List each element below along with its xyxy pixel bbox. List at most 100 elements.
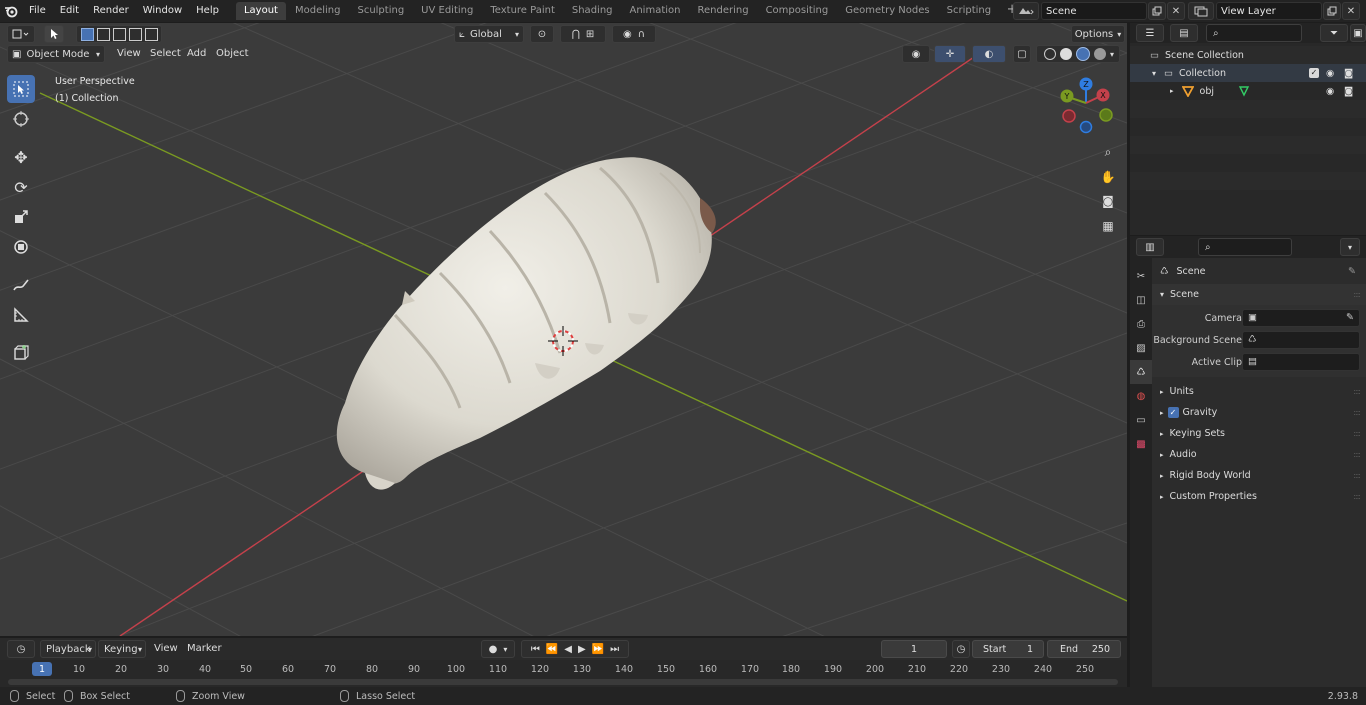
timeline-menu-marker[interactable]: Marker xyxy=(187,639,222,659)
mesh-data-icon[interactable] xyxy=(1238,85,1250,97)
select-new-icon[interactable] xyxy=(80,27,94,41)
panel-audio-header[interactable]: ▸ Audio :::: xyxy=(1152,444,1366,465)
timeline-scrollbar[interactable] xyxy=(8,679,1118,685)
viewport-menu-object[interactable]: Object xyxy=(216,44,249,64)
jump-to-keyframe-back-icon[interactable]: ⏪ xyxy=(546,644,558,655)
drag-handle-icon[interactable]: :::: xyxy=(1353,471,1361,480)
tab-scene[interactable]: ♺ xyxy=(1130,360,1152,384)
proportional-editing-toggle[interactable]: ◉ ∩ xyxy=(612,25,656,43)
auto-keying-toggle[interactable]: ● ▾ xyxy=(481,640,515,658)
visibility-dropdown[interactable]: ◉ xyxy=(902,45,930,63)
tab-scripting[interactable]: Scripting xyxy=(939,2,999,20)
blender-logo-icon[interactable] xyxy=(0,0,22,22)
tab-texture[interactable]: ▩ xyxy=(1130,432,1152,456)
solid-shading-icon[interactable] xyxy=(1059,48,1072,60)
select-extend-icon[interactable] xyxy=(96,27,110,41)
delete-view-layer-button[interactable]: ✕ xyxy=(1342,2,1360,20)
play-reverse-icon[interactable]: ◀ xyxy=(564,644,572,655)
tab-compositing[interactable]: Compositing xyxy=(758,2,837,20)
scene-name-field[interactable]: Scene xyxy=(1041,2,1147,20)
drag-handle-icon[interactable]: :::: xyxy=(1353,429,1361,438)
tab-uv-editing[interactable]: UV Editing xyxy=(413,2,481,20)
jump-to-start-icon[interactable]: ⏮ xyxy=(531,644,540,655)
viewport-menu-view[interactable]: View xyxy=(117,44,141,64)
menu-edit[interactable]: Edit xyxy=(53,0,86,22)
tab-geometry-nodes[interactable]: Geometry Nodes xyxy=(837,2,937,20)
tab-output[interactable]: ⎙ xyxy=(1130,312,1152,336)
outliner-search-input[interactable]: ⌕ xyxy=(1206,24,1302,42)
panel-units-header[interactable]: ▸ Units :::: xyxy=(1152,381,1366,402)
annotate-tool[interactable] xyxy=(7,271,35,299)
navigation-gizmo[interactable]: Z X Y xyxy=(1058,75,1118,139)
pin-icon[interactable]: ✎ xyxy=(1348,266,1356,277)
properties-search-input[interactable]: ⌕ xyxy=(1198,238,1292,256)
expand-arrow-icon[interactable]: ▸ xyxy=(1170,87,1174,95)
drag-handle-icon[interactable]: :::: xyxy=(1353,450,1361,459)
select-box-tool[interactable] xyxy=(7,75,35,103)
current-frame-field[interactable]: 1 xyxy=(881,640,947,658)
panel-keying-sets-header[interactable]: ▸ Keying Sets :::: xyxy=(1152,423,1366,444)
active-clip-field[interactable]: ▤ xyxy=(1242,353,1360,371)
object-mode-dropdown[interactable]: ▣ Object Mode ▾ xyxy=(7,45,105,63)
delete-scene-button[interactable]: ✕ xyxy=(1167,2,1185,20)
panel-scene-header[interactable]: ▾ Scene :::: xyxy=(1152,284,1366,305)
overlays-toggle[interactable]: ◐ xyxy=(972,45,1006,63)
xray-toggle[interactable]: ▢ xyxy=(1013,45,1031,63)
start-frame-field[interactable]: Start 1 xyxy=(972,640,1044,658)
transform-orientation-dropdown[interactable]: ⟀ Global ▾ xyxy=(454,25,524,43)
keying-dropdown[interactable]: Keying ▾ xyxy=(98,640,146,658)
scene-selector-button[interactable] xyxy=(1013,2,1039,20)
tab-world[interactable]: ◍ xyxy=(1130,384,1152,408)
panel-custom-properties-header[interactable]: ▸ Custom Properties :::: xyxy=(1152,486,1366,507)
select-invert-icon[interactable] xyxy=(128,27,142,41)
end-frame-field[interactable]: End 250 xyxy=(1047,640,1121,658)
outliner-editor-type-button[interactable]: ☰ xyxy=(1136,24,1164,42)
camera-render-icon[interactable]: ◙ xyxy=(1344,68,1353,79)
filter-dropdown[interactable]: ⏷ xyxy=(1320,24,1348,42)
jump-to-end-icon[interactable]: ⏭ xyxy=(610,644,619,655)
pan-view-button[interactable]: ✋ xyxy=(1097,166,1119,188)
timeline-menu-view[interactable]: View xyxy=(154,639,178,659)
panel-rigid-body-world-header[interactable]: ▸ Rigid Body World :::: xyxy=(1152,465,1366,486)
camera-field[interactable]: ▣ ✎ xyxy=(1242,309,1360,327)
drag-handle-icon[interactable]: :::: xyxy=(1353,290,1361,299)
new-view-layer-button[interactable] xyxy=(1323,2,1341,20)
drag-handle-icon[interactable]: :::: xyxy=(1353,408,1361,417)
tab-view-layer[interactable]: ▨ xyxy=(1130,336,1152,360)
snap-toggle[interactable]: ⋂ ⊞ xyxy=(560,25,606,43)
tab-texture-paint[interactable]: Texture Paint xyxy=(482,2,563,20)
tweak-tool-button[interactable] xyxy=(44,25,64,43)
move-tool[interactable]: ✥ xyxy=(7,143,35,171)
tab-render[interactable]: ◫ xyxy=(1130,288,1152,312)
view-layer-name-field[interactable]: View Layer xyxy=(1216,2,1322,20)
tab-layout[interactable]: Layout xyxy=(235,2,286,20)
rendered-shading-icon[interactable] xyxy=(1093,48,1106,60)
drag-handle-icon[interactable]: :::: xyxy=(1353,492,1361,501)
eye-icon[interactable]: ◉ xyxy=(1326,68,1334,79)
cursor-tool[interactable] xyxy=(7,105,35,133)
options-dropdown[interactable]: Options ▾ xyxy=(1071,25,1125,43)
select-subtract-icon[interactable] xyxy=(112,27,126,41)
pivot-point-dropdown[interactable]: ⊙ xyxy=(530,25,554,43)
scale-tool[interactable] xyxy=(7,203,35,231)
menu-window[interactable]: Window xyxy=(136,0,189,22)
zoom-view-button[interactable]: ⌕ xyxy=(1097,141,1119,163)
chevron-down-icon[interactable]: ▾ xyxy=(1110,50,1114,59)
new-collection-button[interactable]: ▣ xyxy=(1350,24,1366,42)
drag-handle-icon[interactable]: :::: xyxy=(1353,387,1361,396)
menu-render[interactable]: Render xyxy=(86,0,136,22)
gravity-checkbox[interactable]: ✓ xyxy=(1167,407,1179,418)
tab-modeling[interactable]: Modeling xyxy=(287,2,349,20)
measure-tool[interactable] xyxy=(7,301,35,329)
menu-file[interactable]: File xyxy=(22,0,53,22)
eye-icon[interactable]: ◉ xyxy=(1326,86,1334,97)
outliner-row-collection[interactable]: ▾ ▭ Collection ✓ ◉ ◙ xyxy=(1130,64,1366,82)
tab-collection[interactable]: ▭ xyxy=(1130,408,1152,432)
tab-animation[interactable]: Animation xyxy=(622,2,689,20)
preview-range-toggle[interactable]: ◷ xyxy=(952,640,970,658)
jump-to-keyframe-forward-icon[interactable]: ⏩ xyxy=(592,644,604,655)
material-shading-icon[interactable] xyxy=(1075,47,1090,61)
background-scene-field[interactable]: ♺ xyxy=(1242,331,1360,349)
tab-shading[interactable]: Shading xyxy=(564,2,621,20)
ortho-toggle-button[interactable]: ▦ xyxy=(1097,215,1119,237)
